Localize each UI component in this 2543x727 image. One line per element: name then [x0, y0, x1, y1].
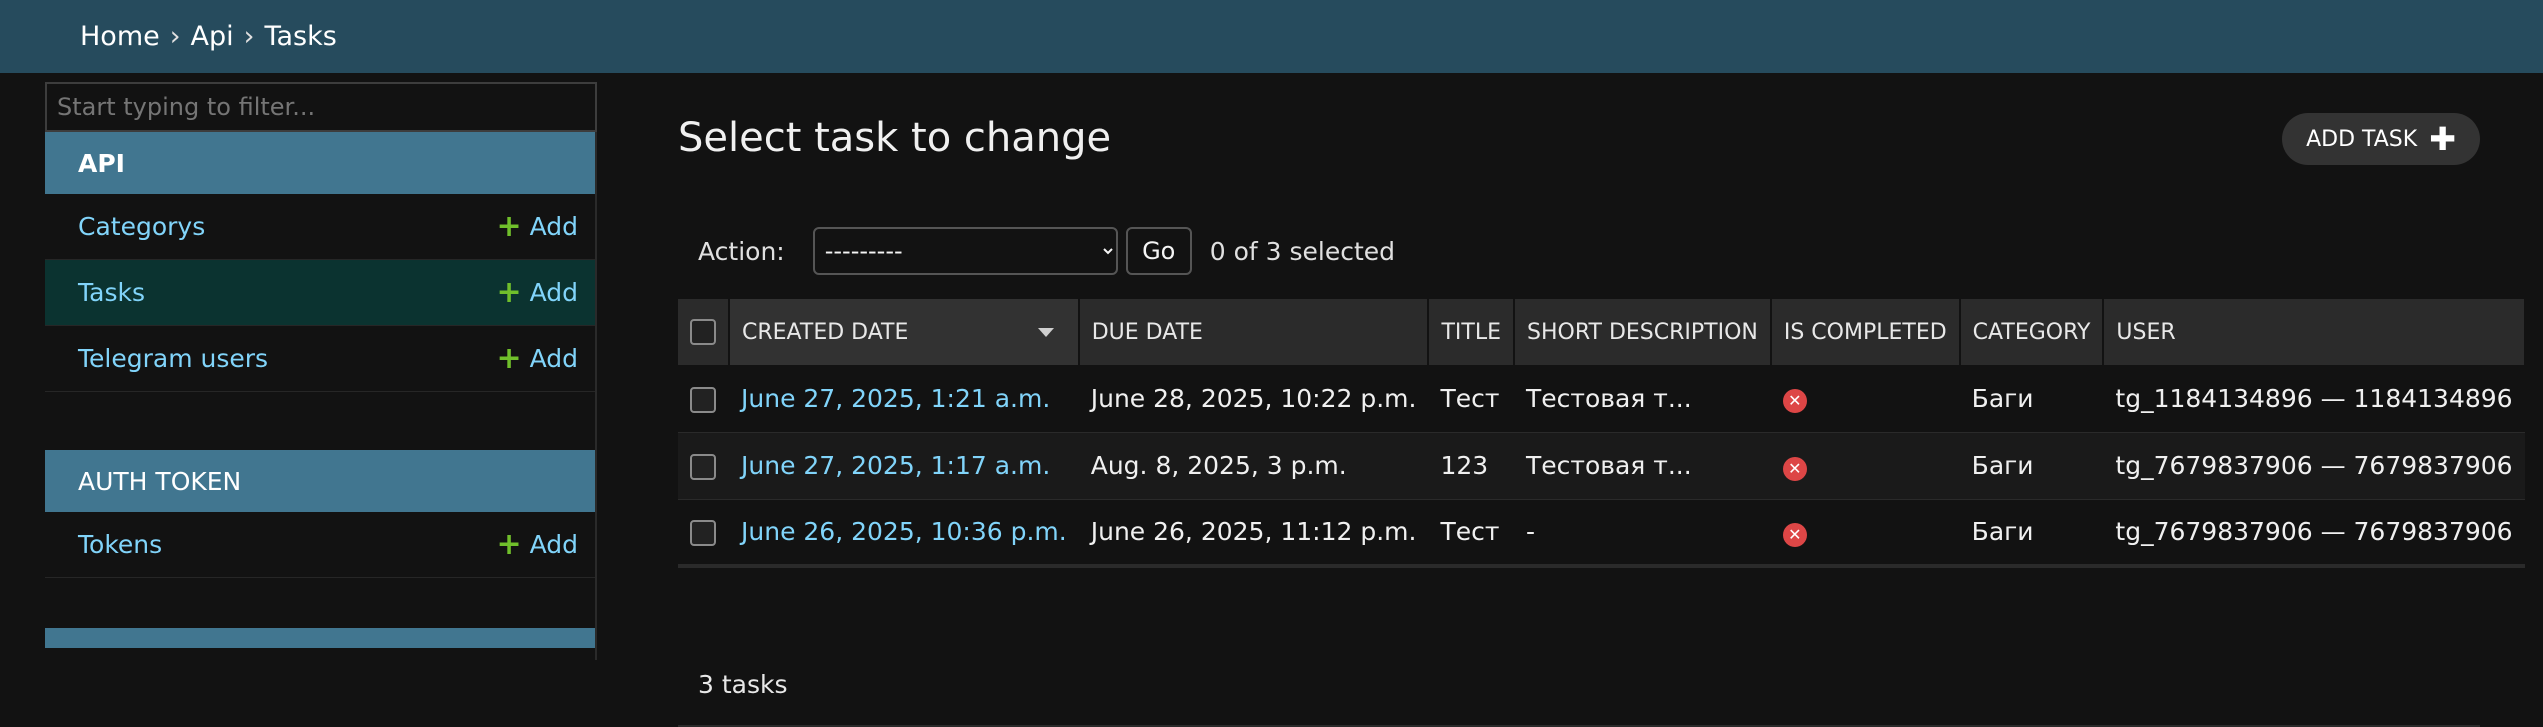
is-completed-cell: ✕	[1770, 432, 1960, 500]
icon-no: ✕	[1782, 456, 1807, 481]
title-cell: 123	[1428, 432, 1514, 500]
column-category[interactable]: CATEGORY	[1959, 299, 2105, 365]
icon-no: ✕	[1782, 389, 1807, 414]
add-label: Add	[529, 278, 578, 307]
breadcrumb-separator: ›	[169, 21, 181, 52]
task-link[interactable]: June 27, 2025, 1:21 a.m.	[741, 384, 1050, 413]
plus-icon: +	[496, 208, 522, 244]
action-label: Action:	[698, 236, 785, 266]
column-label: SHORT DESCRIPTION	[1527, 319, 1758, 345]
selected-counter: 0 of 3 selected	[1209, 236, 1395, 266]
sidebar-item-tokens: Tokens + Add	[45, 512, 595, 578]
module-header-auth-token[interactable]: AUTH TOKEN	[45, 450, 595, 512]
row-select-cell	[678, 365, 729, 433]
short-description-cell: Тестовая т...	[1514, 365, 1771, 433]
created-date-cell: June 26, 2025, 10:36 p.m.	[729, 499, 1079, 568]
actions-bar: Action: --------- Go 0 of 3 selected	[678, 219, 2480, 283]
sidebar-item-tasks: Tasks + Add	[45, 260, 595, 326]
module-header-next	[45, 628, 595, 648]
due-date-cell: June 26, 2025, 11:12 p.m.	[1078, 499, 1429, 568]
column-is-completed[interactable]: IS COMPLETED	[1770, 299, 1961, 365]
created-date-cell: June 27, 2025, 1:17 a.m.	[729, 432, 1079, 500]
plus-icon: +	[496, 526, 522, 562]
category-cell: Баги	[1959, 365, 2104, 433]
table-row: June 26, 2025, 10:36 p.m. June 26, 2025,…	[678, 499, 2525, 568]
column-label: CREATED DATE	[742, 319, 909, 345]
breadcrumb-home[interactable]: Home	[80, 21, 160, 52]
due-date-cell: Aug. 8, 2025, 3 p.m.	[1078, 432, 1429, 500]
column-label: CATEGORY	[1972, 319, 2091, 345]
table-row: June 27, 2025, 1:21 a.m. June 28, 2025, …	[678, 365, 2525, 433]
add-tokens-link[interactable]: + Add	[496, 526, 578, 562]
plus-icon: ✚	[2429, 120, 2456, 158]
column-label: DUE DATE	[1091, 319, 1203, 345]
user-cell: tg_1184134896 — 1184134896	[2103, 365, 2525, 433]
sidebar-item-telegram-users: Telegram users + Add	[45, 326, 595, 392]
column-label: IS COMPLETED	[1783, 319, 1947, 345]
go-button[interactable]: Go	[1125, 227, 1192, 275]
sidebar-item-categorys: Categorys + Add	[45, 194, 595, 260]
category-cell: Баги	[1959, 499, 2104, 568]
add-categorys-link[interactable]: + Add	[496, 208, 578, 244]
table-header-row: CREATED DATE DUE DATE TITLE SHORT DESCRI…	[678, 299, 2526, 365]
column-label: USER	[2116, 319, 2176, 345]
plus-icon: +	[496, 340, 522, 376]
column-label: TITLE	[1441, 319, 1501, 345]
row-checkbox[interactable]	[690, 520, 716, 547]
column-created-date[interactable]: CREATED DATE	[729, 299, 1080, 365]
select-all-checkbox[interactable]	[690, 319, 716, 345]
add-tasks-link[interactable]: + Add	[496, 274, 578, 310]
breadcrumb: Home › Api › Tasks	[0, 0, 2543, 73]
is-completed-cell: ✕	[1770, 499, 1960, 568]
row-checkbox[interactable]	[690, 454, 716, 480]
breadcrumb-separator: ›	[243, 21, 255, 52]
row-select-cell	[678, 432, 729, 500]
task-link[interactable]: June 27, 2025, 1:17 a.m.	[741, 451, 1050, 480]
result-count: 3 tasks	[698, 669, 788, 699]
column-title[interactable]: TITLE	[1428, 299, 1515, 365]
sidebar-filter-input[interactable]	[45, 82, 597, 132]
sidebar-item-label[interactable]: Tokens	[78, 530, 162, 559]
sidebar-item-label[interactable]: Telegram users	[78, 344, 268, 373]
add-task-label: ADD TASK	[2306, 126, 2418, 152]
page-title: Select task to change	[678, 115, 1112, 161]
is-completed-cell: ✕	[1770, 365, 1960, 433]
add-label: Add	[529, 212, 578, 241]
title-cell: Тест	[1428, 499, 1514, 568]
row-checkbox[interactable]	[690, 386, 716, 413]
add-task-button[interactable]: ADD TASK ✚	[2282, 113, 2480, 165]
sidebar-item-label[interactable]: Tasks	[78, 278, 145, 307]
due-date-cell: June 28, 2025, 10:22 p.m.	[1078, 365, 1429, 433]
module-spacer	[45, 392, 595, 450]
created-date-cell: June 27, 2025, 1:21 a.m.	[729, 365, 1079, 433]
add-label: Add	[529, 344, 578, 373]
title-cell: Тест	[1428, 365, 1514, 433]
select-all-header	[678, 299, 730, 365]
action-select[interactable]: ---------	[812, 227, 1118, 275]
icon-no: ✕	[1782, 522, 1807, 547]
plus-icon: +	[496, 274, 522, 310]
breadcrumb-current: Tasks	[264, 21, 337, 52]
column-due-date[interactable]: DUE DATE	[1078, 299, 1430, 365]
task-link[interactable]: June 26, 2025, 10:36 p.m.	[741, 517, 1067, 546]
column-short-description[interactable]: SHORT DESCRIPTION	[1514, 299, 1772, 365]
nav-sidebar: API Categorys +Add Tasks +Add Telegram u…	[45, 82, 597, 660]
add-telegram-users-link[interactable]: + Add	[496, 340, 578, 376]
add-label: Add	[529, 530, 578, 559]
breadcrumb-app[interactable]: Api	[191, 21, 234, 52]
results-table: CREATED DATE DUE DATE TITLE SHORT DESCRI…	[678, 299, 2526, 568]
short-description-cell: Тестовая т...	[1514, 432, 1771, 500]
module-spacer	[45, 578, 595, 628]
table-row: June 27, 2025, 1:17 a.m. Aug. 8, 2025, 3…	[678, 432, 2525, 500]
category-cell: Баги	[1959, 432, 2104, 500]
column-user[interactable]: USER	[2103, 299, 2526, 365]
row-select-cell	[678, 499, 729, 568]
sidebar-item-label[interactable]: Categorys	[78, 212, 205, 241]
user-cell: tg_7679837906 — 7679837906	[2103, 499, 2525, 568]
module-header-api[interactable]: API	[45, 132, 595, 194]
user-cell: tg_7679837906 — 7679837906	[2103, 432, 2525, 500]
paginator: 3 tasks	[678, 643, 2480, 727]
sort-desc-icon[interactable]	[1038, 328, 1055, 337]
short-description-cell: -	[1514, 499, 1771, 568]
